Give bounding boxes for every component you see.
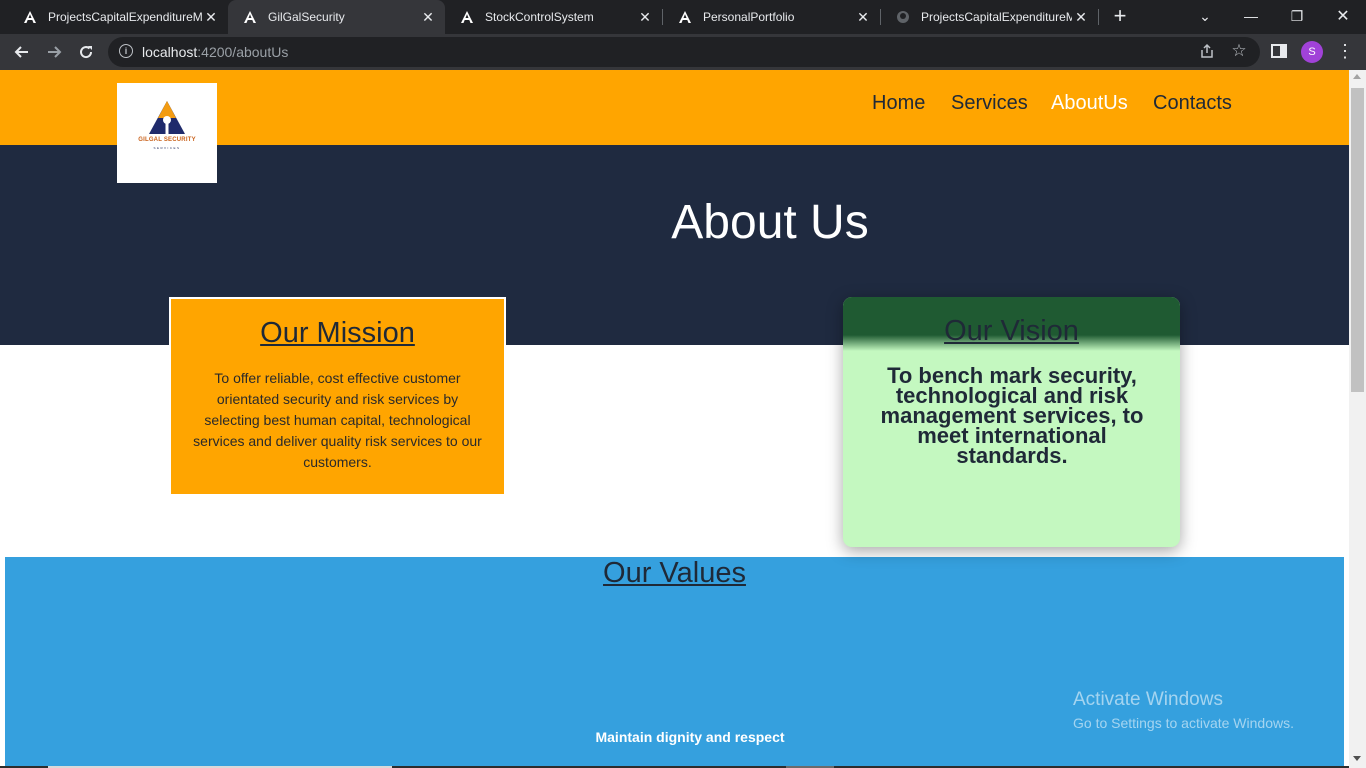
values-item: Maintain dignity and respect bbox=[595, 729, 785, 745]
tab-search-chevron-icon[interactable]: ⌄ bbox=[1182, 0, 1228, 32]
forward-arrow-icon[interactable] bbox=[40, 38, 68, 66]
mission-card: Our Mission To offer reliable, cost effe… bbox=[169, 297, 506, 496]
minimize-icon[interactable]: — bbox=[1228, 0, 1274, 32]
browser-tab[interactable]: ProjectsCapitalExpenditureM ✕ bbox=[881, 0, 1098, 34]
values-title: Our Values bbox=[603, 557, 746, 589]
window-close-icon[interactable]: ✕ bbox=[1320, 0, 1366, 32]
browser-tab-strip: ProjectsCapitalExpenditureM ✕ GilGalSecu… bbox=[0, 0, 1366, 34]
side-panel-icon[interactable] bbox=[1271, 44, 1287, 58]
github-icon bbox=[895, 9, 911, 25]
scroll-up-arrow-icon[interactable] bbox=[1353, 74, 1361, 79]
url-text[interactable]: localhost:4200/aboutUs bbox=[142, 44, 288, 60]
browser-tab[interactable]: PersonalPortfolio ✕ bbox=[663, 0, 880, 34]
angular-icon bbox=[22, 9, 38, 25]
scroll-thumb[interactable] bbox=[1351, 88, 1364, 392]
url-host: localhost bbox=[142, 44, 198, 60]
nav-services[interactable]: Services bbox=[951, 92, 1028, 115]
share-icon[interactable] bbox=[1198, 43, 1216, 61]
vision-title: Our Vision bbox=[944, 315, 1079, 347]
reload-icon[interactable] bbox=[72, 38, 100, 66]
bookmark-star-icon[interactable]: ☆ bbox=[1230, 41, 1248, 60]
angular-icon bbox=[459, 9, 475, 25]
scroll-down-arrow-icon[interactable] bbox=[1353, 756, 1361, 761]
tab-title: ProjectsCapitalExpenditureM bbox=[48, 10, 202, 24]
mission-text: To offer reliable, cost effective custom… bbox=[193, 370, 482, 470]
values-section: Our Values Maintain dignity and respect bbox=[5, 557, 1344, 768]
close-icon[interactable]: ✕ bbox=[419, 8, 437, 26]
restore-icon[interactable]: ❐ bbox=[1274, 0, 1320, 32]
page-title: About Us bbox=[671, 196, 869, 249]
activate-windows-title: Activate Windows bbox=[1073, 689, 1223, 710]
nav-home[interactable]: Home bbox=[872, 92, 925, 115]
tab-title: GilGalSecurity bbox=[268, 10, 345, 24]
address-bar[interactable]: i localhost:4200/aboutUs ☆ bbox=[108, 37, 1260, 67]
page-scrollbar[interactable] bbox=[1349, 70, 1366, 768]
close-icon[interactable]: ✕ bbox=[202, 8, 220, 26]
back-arrow-icon[interactable] bbox=[8, 38, 36, 66]
angular-icon bbox=[677, 9, 693, 25]
url-path: :4200/aboutUs bbox=[197, 44, 289, 60]
vision-card: Our Vision To bench mark security, techn… bbox=[843, 297, 1180, 547]
tab-title: StockControlSystem bbox=[485, 10, 594, 24]
logo-text: GILGAL SECURITY bbox=[138, 137, 196, 143]
new-tab-plus-icon[interactable]: + bbox=[1108, 5, 1132, 29]
activate-windows-subtitle: Go to Settings to activate Windows. bbox=[1073, 715, 1294, 731]
profile-avatar[interactable]: S bbox=[1301, 41, 1323, 63]
site-info-icon[interactable]: i bbox=[119, 44, 133, 58]
nav-contacts[interactable]: Contacts bbox=[1153, 92, 1232, 115]
tab-separator bbox=[1098, 9, 1099, 25]
close-icon[interactable]: ✕ bbox=[854, 8, 872, 26]
logo-emblem-icon bbox=[149, 101, 185, 134]
browser-tab-active[interactable]: GilGalSecurity ✕ bbox=[228, 0, 445, 34]
close-icon[interactable]: ✕ bbox=[1072, 8, 1090, 26]
browser-toolbar: i localhost:4200/aboutUs ☆ S ⋮ bbox=[0, 34, 1366, 70]
page-viewport: Home Services AboutUs Contacts GILGAL SE… bbox=[0, 70, 1349, 768]
tab-title: ProjectsCapitalExpenditureM bbox=[921, 10, 1072, 24]
tab-title: PersonalPortfolio bbox=[703, 10, 795, 24]
kebab-menu-icon[interactable]: ⋮ bbox=[1336, 40, 1354, 64]
angular-icon bbox=[242, 9, 258, 25]
nav-aboutus[interactable]: AboutUs bbox=[1051, 92, 1128, 115]
browser-tab[interactable]: ProjectsCapitalExpenditureM ✕ bbox=[8, 0, 228, 34]
logo-subtext: SERVICES bbox=[153, 146, 181, 150]
mission-title: Our Mission bbox=[260, 317, 415, 349]
site-logo[interactable]: GILGAL SECURITY SERVICES bbox=[117, 83, 217, 183]
close-icon[interactable]: ✕ bbox=[636, 8, 654, 26]
vision-text: To bench mark security, technological an… bbox=[880, 363, 1144, 468]
browser-tab[interactable]: StockControlSystem ✕ bbox=[445, 0, 662, 34]
